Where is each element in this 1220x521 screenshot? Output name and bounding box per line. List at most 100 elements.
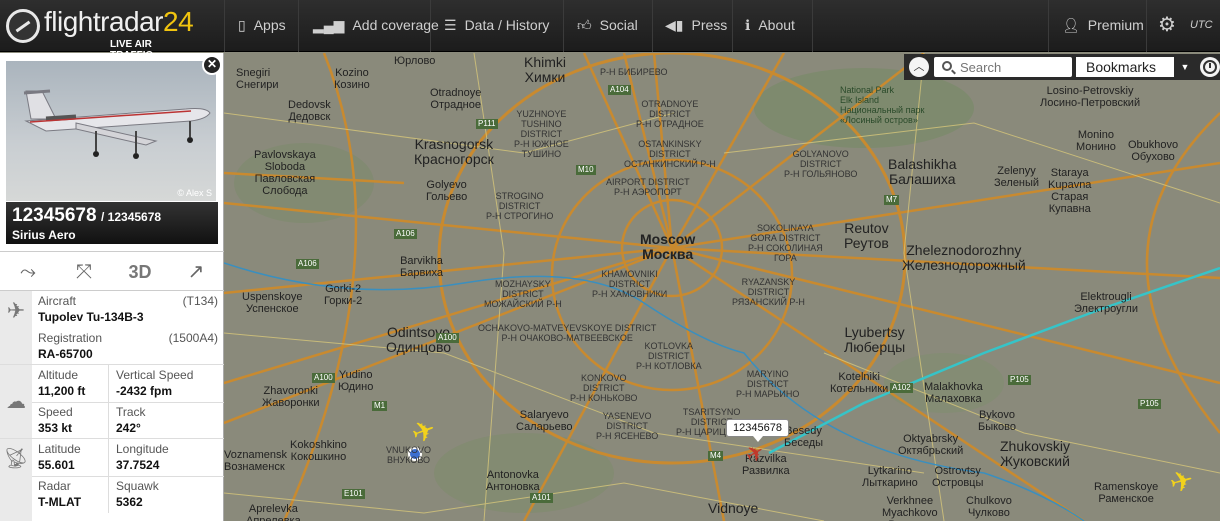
map-label-ochakovo: OCHAKOVO-MATVEYEVSKOYE DISTRICT Р-Н ОЧАК… xyxy=(478,323,657,343)
map-label-ramenskoye: Ramenskoye Раменское xyxy=(1094,481,1159,505)
map-label-zhavoronki: Zhavoronki Жаворонки xyxy=(262,385,320,409)
map-label-chulkovo: Chulkovo Чулково xyxy=(966,495,1012,519)
nav-press[interactable]: ◀▮ Press xyxy=(655,0,737,52)
map-label-khamovniki: KHAMOVNIKI DISTRICT Р-Н ХАМОВНИКИ xyxy=(592,269,668,299)
map-label-sokolinaya: SOKOLINAYA GORA DISTRICT Р-Н СОКОЛИНАЯ Г… xyxy=(748,223,823,263)
bookmarks-dropdown[interactable]: Bookmarks ▼ xyxy=(1076,57,1196,77)
share-icon: ↗ xyxy=(187,261,205,283)
map-label-elektrougli: Elektrougli Электроугли xyxy=(1074,291,1138,315)
route-button[interactable]: ⤳ xyxy=(0,252,56,292)
signal-bars-icon: ▂▄▆ xyxy=(313,17,345,33)
longitude-value: 37.7524 xyxy=(116,458,160,472)
compress-icon: ⤧ xyxy=(76,261,92,283)
map-label-ostrovtsy: Ostrovtsy Островцы xyxy=(932,465,984,489)
longitude-cell: Longitude 37.7524 xyxy=(110,439,224,476)
map-label-maryino: MARYINO DISTRICT Р-Н МАРЬИНО xyxy=(736,369,800,399)
aircraft-photo-image xyxy=(23,89,211,159)
route-shield-a100b: A100 xyxy=(312,373,335,383)
speed-value: 353 kt xyxy=(38,421,73,435)
map-label-balashikha: Balashikha Балашиха xyxy=(888,156,957,187)
radar-logo-icon xyxy=(6,9,40,43)
route-shield-m1: M1 xyxy=(372,401,388,411)
utc-clock[interactable]: UTC xyxy=(1186,0,1217,52)
settings-button[interactable]: ⚙ xyxy=(1148,0,1186,52)
cloud-icon: ☁ xyxy=(0,365,32,438)
gear-icon: ⚙ xyxy=(1158,14,1176,36)
flight-callsign: 12345678 xyxy=(12,205,97,226)
map-label-snegiri: Snegiri Снегири xyxy=(236,67,279,91)
nav-apps[interactable]: ▯ Apps xyxy=(228,0,296,52)
map-label-kotelniki: Kotelniki Котельники xyxy=(830,371,889,395)
map-label-bykovo: Bykovo Быково xyxy=(978,409,1017,433)
map-label-verkhnee: Verkhnee Myachkovo Верхнее Мячково xyxy=(882,495,938,521)
megaphone-icon: ◀▮ xyxy=(665,17,684,33)
nav-about[interactable]: ℹ About xyxy=(735,0,805,52)
nav-add-coverage[interactable]: ▂▄▆ Add coverage xyxy=(303,0,449,52)
map-label-zheleznodorozhny: Zheleznodorozhny Железнодорожный xyxy=(902,242,1026,273)
photo-credit: © Alex S xyxy=(177,188,212,198)
route-shield-a104: A104 xyxy=(608,85,631,95)
track-cell: Track 242° xyxy=(110,402,224,439)
flight-info-panel: © Alex S ✕ 12345678 / 12345678 Sirius Ae… xyxy=(0,53,224,521)
map-label-yuzhnoye-tushino: YUZHNOYE TUSHINO DISTRICT Р-Н ЮЖНОЕ ТУШИ… xyxy=(514,109,569,159)
database-icon: ☰ xyxy=(444,17,457,33)
map-label-losino: Losino-Petrovskiy Лосино-Петровский xyxy=(1040,85,1141,109)
close-panel-button[interactable]: ✕ xyxy=(202,55,222,75)
airplane-icon: ✈ xyxy=(0,291,32,364)
route-shield-p105b: P105 xyxy=(1138,399,1161,409)
search-icon xyxy=(942,61,952,71)
route-shield-a101: A101 xyxy=(530,493,553,503)
map-label-khimki: Khimki Химки xyxy=(524,54,567,85)
map-label-konkovo: KONKOVO DISTRICT Р-Н КОНЬКОВО xyxy=(570,373,638,403)
playback-clock-button[interactable] xyxy=(1200,57,1220,77)
radar-value: T-MLAT xyxy=(38,495,82,509)
map-label-airport-district: AIRPORT DISTRICT Р-Н АЭРОПОРТ xyxy=(606,177,690,197)
aircraft-photo[interactable]: © Alex S xyxy=(6,61,216,201)
map-label-national-park: National Park Elk Island Национальный па… xyxy=(840,85,925,125)
map-label-voznamensk: Voznamensk Вознаменск xyxy=(224,449,287,473)
map-label-zhukovsky: Zhukovskiy Жуковский xyxy=(1000,438,1071,469)
map-label-otradnoe-district: OTRADNOYE DISTRICT Р-Н ОТРАДНОЕ xyxy=(636,99,704,129)
map-label-ryazansky: RYAZANSKY DISTRICT РЯЗАНСКИЙ Р-Н xyxy=(732,277,805,307)
map-label-uspenskoye: Uspenskoye Успенское xyxy=(242,291,303,315)
position-rows: 📡︎ Latitude 55.601 Longitude 37.7524 Rad… xyxy=(0,439,224,521)
speed-cell: Speed 353 kt xyxy=(32,402,108,439)
collapse-up-button[interactable]: ︿ xyxy=(909,57,929,77)
flight-callsign-secondary: / 12345678 xyxy=(101,210,162,224)
map-label-otradnoe: Otradnoye Отрадное xyxy=(430,87,482,111)
map-label-kozino: Kozino Козино xyxy=(334,67,370,91)
map-search-bar: ︿ Bookmarks ▼ xyxy=(904,54,1220,80)
map-label-lytkarino: Lytkarino Лыткарино xyxy=(862,465,918,489)
track-value: 242° xyxy=(116,421,141,435)
map-label-besedy: Besedy Беседы xyxy=(784,425,824,449)
nav-premium[interactable]: 👤︎ Premium xyxy=(1052,0,1154,52)
flight-data-rows: ☁ Altitude 11,200 ft Vertical Speed -243… xyxy=(0,365,224,439)
altitude-value: 11,200 ft xyxy=(38,384,86,398)
map-label-staraya: Staraya Kupavna Старая Купавна xyxy=(1048,167,1092,215)
map-label-krasnogorsk: Krasnogorsk Красногорск xyxy=(414,136,494,167)
vertical-speed-cell: Vertical Speed -2432 fpm xyxy=(110,365,224,402)
latitude-value: 55.601 xyxy=(38,458,75,472)
altitude-cell: Altitude 11,200 ft xyxy=(32,365,108,402)
map-label-kokoshkino: Kokoshkino Кокошкино xyxy=(290,439,347,463)
map-label-lyubertsy: Lyubertsy Люберцы xyxy=(844,324,906,355)
top-navigation-bar: flightradar24 LIVE AIR TRAFFIC ▯Apps ▂▄▆… xyxy=(0,0,1220,61)
map-view[interactable]: Snegiri Снегири Kozino Козино Юрлово Khi… xyxy=(224,53,1220,521)
chevron-down-icon: ▼ xyxy=(1174,57,1196,77)
nav-social[interactable]: 👍︎ Social xyxy=(567,0,648,52)
route-shield-p105: P105 xyxy=(1008,375,1031,385)
map-label-monino: Monino Монино xyxy=(1076,129,1116,153)
aircraft-cell: Aircraft Tupolev Tu-134B-3 (T134) xyxy=(32,291,224,328)
share-button[interactable]: ↗ xyxy=(168,252,224,292)
flightradar24-logo[interactable]: flightradar24 LIVE AIR TRAFFIC xyxy=(6,6,194,61)
thumbs-up-icon: 👍︎ xyxy=(577,17,592,33)
flight-map-tag[interactable]: 12345678 xyxy=(726,419,789,442)
map-label-mozhaysky: MOZHAYSKY DISTRICT МОЖАЙСКИЙ Р-Н xyxy=(484,279,562,309)
user-icon: 👤︎ xyxy=(1062,17,1080,33)
map-label-oktyabrsky: Oktyabrsky Октябрьский xyxy=(898,433,964,457)
center-view-button[interactable]: ⤧ xyxy=(56,252,112,292)
3d-view-button[interactable]: 3D xyxy=(112,252,168,292)
map-label-kotlovka: KOTLOVKA DISTRICT Р-Н КОТЛОВКА xyxy=(636,341,702,371)
logo-text: flightradar24 xyxy=(44,6,194,37)
nav-data-history[interactable]: ☰ Data / History xyxy=(434,0,559,52)
